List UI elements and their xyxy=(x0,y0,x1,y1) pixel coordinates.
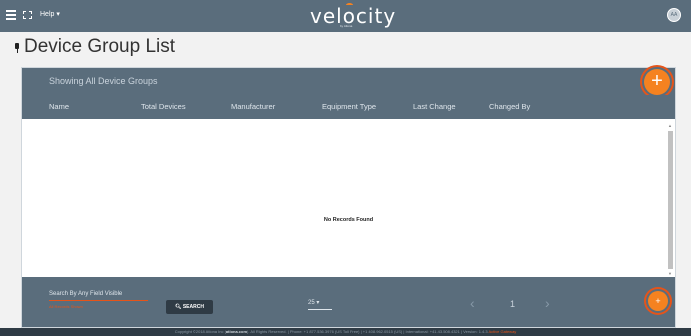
next-page-icon[interactable]: › xyxy=(545,295,550,311)
page-footer: Copyright ©2018 Atlona Inc (atlona.com).… xyxy=(0,328,691,336)
top-bar: Help ▾ velocity by Atlona AA xyxy=(0,0,691,32)
add-button-bottom[interactable]: + xyxy=(648,291,668,311)
search-button-label: SEARCH xyxy=(182,304,204,310)
plug-icon xyxy=(14,43,20,53)
logo-subtitle: by Atlona xyxy=(340,24,353,28)
panel-footer: Search By Any Field Visible All Records … xyxy=(22,277,675,327)
search-hint: All Records Shown xyxy=(49,304,83,309)
user-avatar[interactable]: AA xyxy=(667,8,681,22)
search-icon: 🔍︎ xyxy=(175,304,183,310)
search-underline xyxy=(49,300,148,301)
search-button[interactable]: 🔍︎ SEARCH xyxy=(166,300,213,314)
fullscreen-icon[interactable] xyxy=(23,11,32,19)
footer-text: Copyright ©2018 Atlona Inc (atlona.com).… xyxy=(0,328,691,336)
table-body: No Records Found ▲ ▼ xyxy=(22,119,675,277)
empty-message: No Records Found xyxy=(323,217,374,223)
device-group-panel: Showing All Device Groups + Name Total D… xyxy=(21,67,676,328)
add-device-group-button[interactable]: + xyxy=(644,69,670,95)
hamburger-menu-icon[interactable] xyxy=(6,10,16,20)
panel-header: Showing All Device Groups + xyxy=(22,68,675,95)
column-last-change[interactable]: Last Change xyxy=(413,102,456,111)
page-size-select[interactable]: 25 ▾ xyxy=(308,299,319,306)
column-manufacturer[interactable]: Manufacturer xyxy=(231,102,275,111)
search-input[interactable]: Search By Any Field Visible xyxy=(49,291,122,297)
column-equipment-type[interactable]: Equipment Type xyxy=(322,102,376,111)
current-page-number[interactable]: 1 xyxy=(510,299,515,309)
previous-page-icon[interactable]: ‹ xyxy=(470,295,475,311)
page-size-underline xyxy=(308,309,332,310)
panel-heading: Showing All Device Groups xyxy=(49,76,158,86)
logo-accent-icon xyxy=(346,3,353,7)
column-name[interactable]: Name xyxy=(49,102,69,111)
copyright-text: Copyright ©2018 Atlona Inc ( xyxy=(174,329,226,334)
scroll-up-arrow-icon[interactable]: ▲ xyxy=(668,123,672,128)
column-total-devices[interactable]: Total Devices xyxy=(141,102,186,111)
table-header: Name Total Devices Manufacturer Equipmen… xyxy=(22,95,675,119)
help-menu[interactable]: Help ▾ xyxy=(40,10,60,18)
contact-info: ). All Rights Reserved. | Phone: +1 877.… xyxy=(247,329,488,334)
column-changed-by[interactable]: Changed By xyxy=(489,102,530,111)
atlona-link[interactable]: atlona.com xyxy=(226,329,247,334)
vertical-scrollbar[interactable]: ▲ ▼ xyxy=(667,123,674,277)
page-title: Device Group List xyxy=(24,36,176,57)
scroll-thumb[interactable] xyxy=(668,131,673,269)
velocity-logo: velocity xyxy=(310,4,397,28)
gateway-status: Active Gateway xyxy=(488,329,517,334)
scroll-down-arrow-icon[interactable]: ▼ xyxy=(668,271,672,276)
